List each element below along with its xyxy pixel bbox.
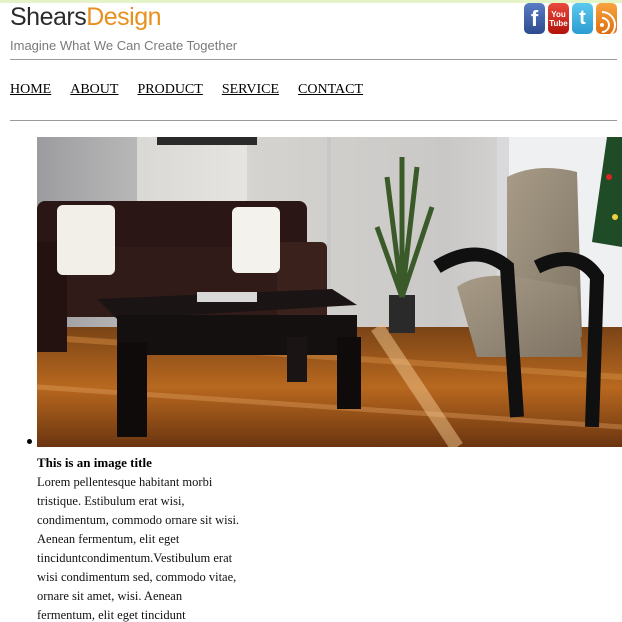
nav-service[interactable]: SERVICE xyxy=(222,82,279,98)
rss-icon[interactable] xyxy=(596,3,617,34)
header-divider xyxy=(10,59,617,60)
logo-word-design: Design xyxy=(86,3,162,31)
slide-caption-title: This is an image title xyxy=(37,455,152,470)
nav-divider xyxy=(10,120,617,121)
nav-product[interactable]: PRODUCT xyxy=(137,82,202,98)
facebook-glyph: f xyxy=(530,5,539,31)
youtube-glyph-top: You xyxy=(551,9,566,19)
slide-caption-text: Lorem pellentesque habitant morbi tristi… xyxy=(37,475,240,622)
facebook-icon[interactable]: f xyxy=(524,3,545,34)
slide-bullet xyxy=(27,439,32,444)
logo-word-shears: Shears xyxy=(10,3,87,31)
nav-home[interactable]: HOME xyxy=(10,82,51,98)
youtube-icon[interactable]: You Tube xyxy=(548,3,569,34)
twitter-icon[interactable]: t xyxy=(572,3,593,34)
main-nav: HOME ABOUT PRODUCT SERVICE CONTACT xyxy=(10,82,363,98)
living-room-photo-icon xyxy=(37,137,622,447)
twitter-glyph: t xyxy=(579,7,586,29)
site-tagline: Imagine What We Can Create Together xyxy=(10,38,238,53)
slideshow-image[interactable] xyxy=(37,137,622,447)
social-icons: f You Tube t xyxy=(524,3,617,34)
youtube-glyph-bottom: Tube xyxy=(549,18,568,28)
site-logo[interactable]: ShearsDesign xyxy=(10,2,162,32)
nav-about[interactable]: ABOUT xyxy=(70,82,118,98)
nav-contact[interactable]: CONTACT xyxy=(298,82,363,98)
